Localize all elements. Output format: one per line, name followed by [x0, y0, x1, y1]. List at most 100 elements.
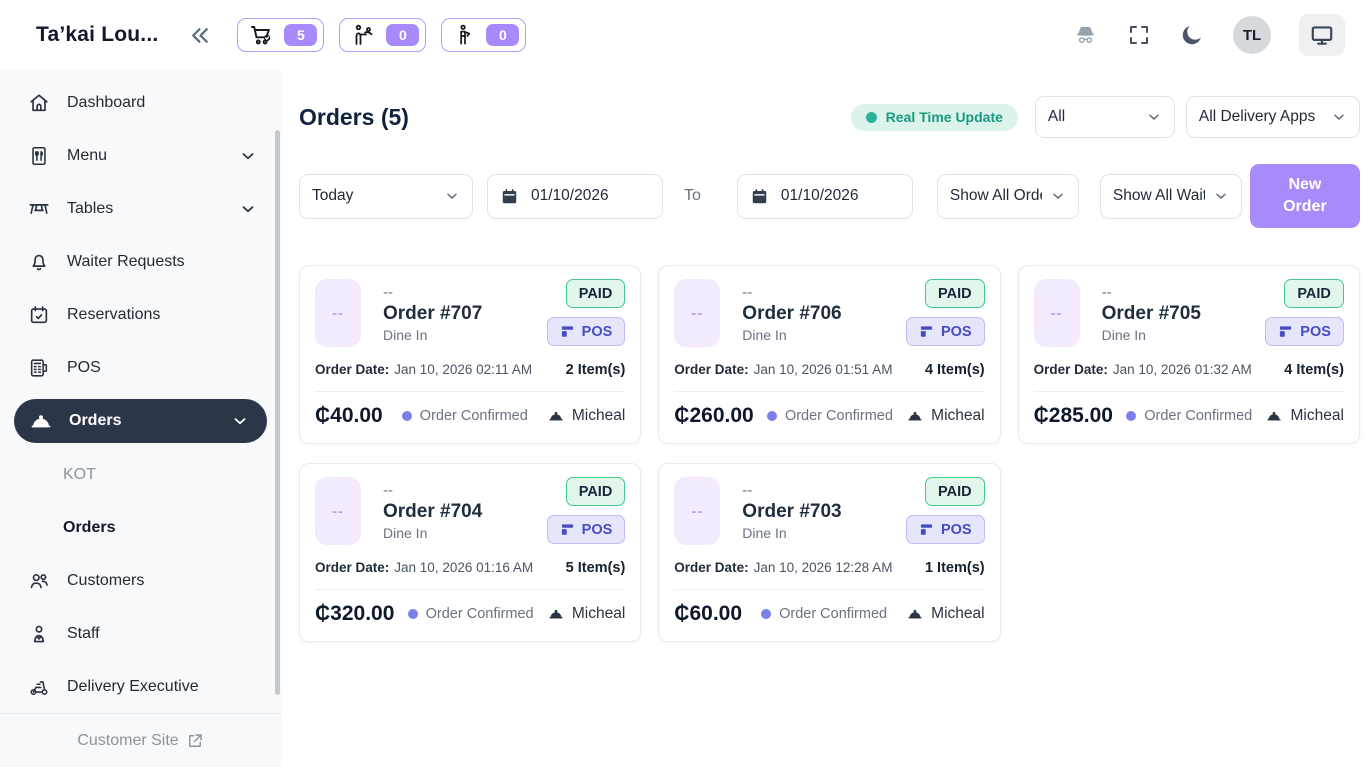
order-card[interactable]: -- -- Order #707 Dine In PAID POS Order …: [299, 265, 641, 444]
order-items-count: 2 Item(s): [566, 362, 626, 378]
sidebar-item-staff[interactable]: Staff: [0, 607, 281, 660]
order-thumbnail: --: [315, 279, 361, 347]
waiter-filter-select[interactable]: Show All Waiters: [1100, 174, 1242, 219]
order-date-label: Order Date:: [1034, 362, 1108, 377]
waiter-request-counter-button[interactable]: 0: [339, 18, 426, 52]
status-label: Order Confirmed: [426, 606, 534, 622]
order-type: Dine In: [742, 525, 841, 541]
menu-board-icon: [27, 145, 51, 167]
sidebar-item-label: Delivery Executive: [67, 678, 199, 696]
pos-badge: POS: [1265, 317, 1344, 346]
sidebar-item-label: Customers: [67, 572, 144, 590]
date-to-input[interactable]: [779, 186, 900, 206]
new-order-button[interactable]: New Order: [1250, 164, 1360, 228]
order-total: ₵260.00: [674, 404, 753, 428]
staff-icon: [27, 623, 51, 645]
sidebar-item-label: Orders: [63, 519, 115, 537]
date-range-select[interactable]: Today: [299, 174, 473, 219]
order-number: Order #707: [383, 303, 482, 325]
customer-site-label: Customer Site: [77, 732, 178, 750]
status-dot: [761, 609, 771, 619]
chevron-down-icon: [1050, 188, 1066, 204]
order-type: Dine In: [383, 525, 482, 541]
fullscreen-icon[interactable]: [1127, 23, 1151, 47]
sidebar-collapse-button[interactable]: [188, 23, 213, 48]
sidebar: Dashboard Menu Tables: [0, 70, 281, 767]
delivery-apps-select[interactable]: All Delivery Apps: [1186, 96, 1360, 138]
sidebar-subitem-kot[interactable]: KOT: [0, 448, 281, 501]
card-divider: [315, 589, 625, 590]
sidebar-item-delivery-executive[interactable]: Delivery Executive: [0, 660, 281, 713]
status-dot: [1126, 411, 1136, 421]
order-items-count: 4 Item(s): [925, 362, 985, 378]
paid-badge: PAID: [925, 477, 985, 506]
sidebar-item-label: Waiter Requests: [67, 253, 185, 271]
status-label: Order Confirmed: [779, 606, 887, 622]
order-number: Order #703: [742, 501, 841, 523]
chevron-down-icon: [1213, 188, 1229, 204]
pos-badge: POS: [906, 515, 985, 544]
table-icon: [27, 198, 51, 220]
order-total: ₵60.00: [674, 602, 742, 626]
order-card[interactable]: -- -- Order #704 Dine In PAID POS Order …: [299, 463, 641, 642]
topbar: Ta’kai Lou... 5 0 0: [0, 0, 1365, 70]
sidebar-item-pos[interactable]: POS: [0, 341, 281, 394]
sidebar-subitem-orders[interactable]: Orders: [0, 501, 281, 554]
avatar[interactable]: TL: [1233, 16, 1271, 54]
sidebar-scrollbar[interactable]: [275, 130, 280, 695]
sidebar-item-dashboard[interactable]: Dashboard: [0, 76, 281, 129]
date-from-field: [487, 174, 663, 219]
sidebar-item-label: POS: [67, 359, 101, 377]
order-card[interactable]: -- -- Order #706 Dine In PAID POS Order …: [658, 265, 1000, 444]
card-divider: [674, 391, 984, 392]
card-divider: [315, 391, 625, 392]
paid-badge: PAID: [1284, 279, 1344, 308]
order-customer-placeholder: --: [383, 284, 482, 301]
sidebar-item-label: Tables: [67, 200, 113, 218]
sidebar-item-customers[interactable]: Customers: [0, 554, 281, 607]
status-label: Order Confirmed: [1144, 408, 1252, 424]
cart-counter-button[interactable]: 5: [237, 18, 324, 52]
cloche-icon: [547, 605, 565, 623]
order-waiter: Micheal: [906, 407, 984, 425]
date-from-input[interactable]: [529, 186, 650, 206]
pos-terminal-mini-icon: [919, 324, 934, 339]
status-dot: [408, 609, 418, 619]
order-date-label: Order Date:: [674, 362, 748, 377]
card-divider: [674, 589, 984, 590]
monitor-button[interactable]: [1299, 14, 1345, 56]
scooter-icon: [27, 676, 51, 698]
pos-terminal-icon: [27, 357, 51, 379]
chevron-down-icon: [1331, 109, 1347, 125]
waiter-name: Micheal: [931, 407, 984, 425]
customers-icon: [27, 570, 51, 592]
page-title: Orders (5): [299, 104, 409, 131]
order-status-select[interactable]: Show All Orders: [937, 174, 1079, 219]
delivery-person-icon: [453, 23, 476, 47]
order-number: Order #705: [1102, 303, 1201, 325]
order-status: Order Confirmed: [767, 408, 893, 424]
sidebar-item-orders[interactable]: Orders: [14, 399, 267, 443]
chevron-down-icon: [239, 200, 257, 218]
sidebar-item-reservations[interactable]: Reservations: [0, 288, 281, 341]
order-type-select[interactable]: All: [1035, 96, 1175, 138]
order-card[interactable]: -- -- Order #703 Dine In PAID POS Order …: [658, 463, 1000, 642]
order-card[interactable]: -- -- Order #705 Dine In PAID POS Order …: [1018, 265, 1360, 444]
order-type: Dine In: [383, 327, 482, 343]
customer-site-link[interactable]: Customer Site: [0, 713, 281, 767]
sidebar-item-menu[interactable]: Menu: [0, 129, 281, 182]
bell-icon: [27, 251, 51, 273]
incognito-icon[interactable]: [1072, 22, 1099, 49]
sidebar-item-waiter-requests[interactable]: Waiter Requests: [0, 235, 281, 288]
delivery-counter-button[interactable]: 0: [441, 18, 526, 52]
order-status: Order Confirmed: [1126, 408, 1252, 424]
moon-icon[interactable]: [1179, 22, 1205, 48]
order-thumbnail: --: [1034, 279, 1080, 347]
order-customer-placeholder: --: [1102, 284, 1201, 301]
order-number: Order #706: [742, 303, 841, 325]
chevron-down-icon: [1146, 109, 1162, 125]
status-dot: [767, 411, 777, 421]
sidebar-item-tables[interactable]: Tables: [0, 182, 281, 235]
order-date-label: Order Date:: [315, 362, 389, 377]
calendar-icon: [500, 187, 519, 206]
